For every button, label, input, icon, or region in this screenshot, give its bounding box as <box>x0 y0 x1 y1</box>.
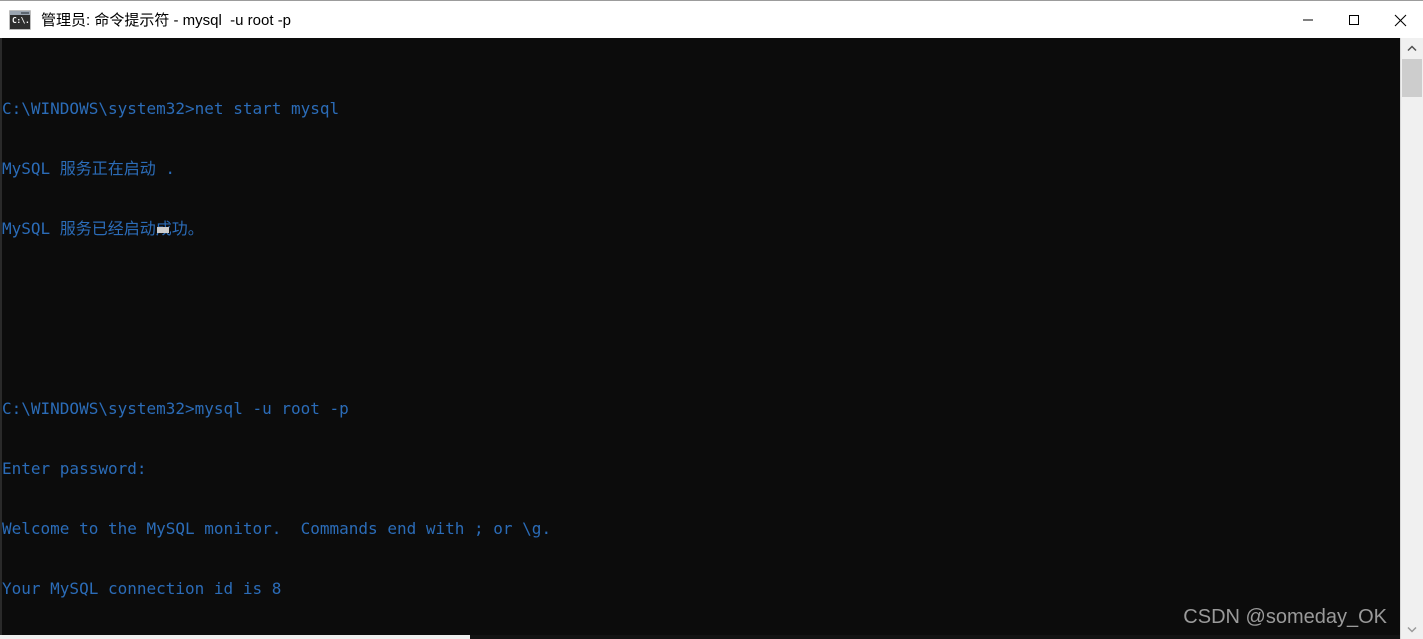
console-line: Your MySQL connection id is 8 <box>2 579 282 598</box>
title-bar-left: C:\. 管理员: 命令提示符 - mysql -u root -p <box>0 1 1285 38</box>
vertical-scrollbar[interactable] <box>1400 38 1423 639</box>
console-line: MySQL 服务正在启动 . <box>2 159 176 178</box>
minimize-icon <box>1303 19 1313 21</box>
text-cursor <box>157 227 169 233</box>
close-icon <box>1394 14 1406 26</box>
title-bar[interactable]: C:\. 管理员: 命令提示符 - mysql -u root -p <box>0 0 1423 39</box>
watermark-text: CSDN @someday_OK <box>1183 606 1387 628</box>
console-line: C:\WINDOWS\system32>net start mysql <box>2 99 340 118</box>
console-text-buffer: C:\WINDOWS\system32>net start mysql MySQ… <box>2 59 753 639</box>
horizontal-scrollbar[interactable] <box>0 635 1400 639</box>
console-line: C:\WINDOWS\system32>mysql -u root -p <box>2 399 349 418</box>
minimize-button[interactable] <box>1285 1 1331 39</box>
cmd-icon-buttons <box>21 11 29 14</box>
chevron-down-icon <box>1407 626 1417 633</box>
scroll-down-button[interactable] <box>1401 619 1423 639</box>
console-output-area[interactable]: C:\WINDOWS\system32>net start mysql MySQ… <box>0 38 1423 639</box>
close-button[interactable] <box>1377 1 1423 39</box>
window-title: 管理员: 命令提示符 - mysql -u root -p <box>41 12 292 29</box>
cmd-app-icon: C:\. <box>9 9 31 30</box>
chevron-up-icon <box>1407 44 1417 51</box>
command-prompt-window: C:\. 管理员: 命令提示符 - mysql -u root -p C:\WI… <box>0 0 1423 639</box>
console-line: MySQL 服务已经启动成功。 <box>2 219 204 238</box>
cmd-icon-prompt-glyph: C:\. <box>12 15 30 25</box>
window-controls <box>1285 1 1423 39</box>
maximize-icon <box>1349 15 1359 25</box>
vertical-scroll-thumb[interactable] <box>1402 59 1422 97</box>
console-line: Welcome to the MySQL monitor. Commands e… <box>2 519 552 538</box>
scroll-up-button[interactable] <box>1401 38 1423 58</box>
horizontal-scroll-thumb[interactable] <box>0 635 470 639</box>
maximize-button[interactable] <box>1331 1 1377 39</box>
console-line: Enter password: <box>2 459 147 478</box>
